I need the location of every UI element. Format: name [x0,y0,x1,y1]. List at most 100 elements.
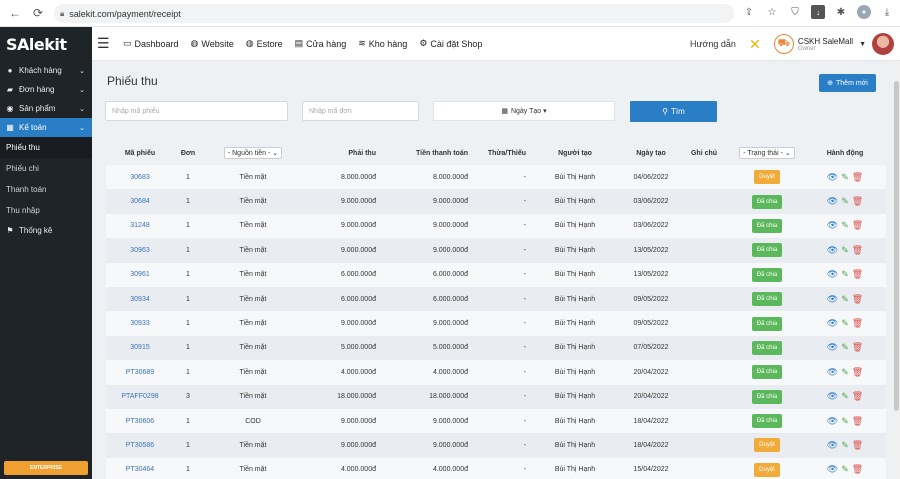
edit-icon[interactable]: ✎ [841,464,849,475]
sidebar-item-customers[interactable]: ● Khách hàng ⌄ [0,61,92,80]
status-badge[interactable]: Đã chia [751,414,783,429]
view-icon[interactable]: 👁︎ [827,342,838,353]
sidebar-item-accounting[interactable]: ▦ Kế toán ⌄ [0,118,92,137]
caret-down-icon[interactable]: ▼ [859,41,866,48]
receipt-code-link[interactable]: 30684 [106,198,174,205]
sidebar-item-statistics[interactable]: ⚑ Thống kê [0,221,92,240]
page-scrollbar[interactable] [893,61,900,479]
receipt-code-link[interactable]: PT30586 [106,442,174,449]
status-badge[interactable]: Đã chia [751,340,783,355]
view-icon[interactable]: 👁︎ [827,391,838,402]
sidebar-subitem-payment[interactable]: Thanh toán [0,179,92,200]
trash-icon[interactable]: 🗑︎ [852,245,863,256]
receipt-code-link[interactable]: PT30606 [106,418,174,425]
nav-shop-settings[interactable]: ⚙ Cài đặt Shop [419,38,482,49]
edit-icon[interactable]: ✎ [841,245,849,256]
view-icon[interactable]: 👁︎ [827,416,838,427]
view-icon[interactable]: 👁︎ [827,172,838,183]
date-filter-button[interactable]: ▦ Ngày Tạo ▾ [433,101,615,121]
view-icon[interactable]: 👁︎ [827,245,838,256]
view-icon[interactable]: 👁︎ [827,294,838,305]
status-badge[interactable]: Đã chia [751,267,783,282]
receipt-code-link[interactable]: 30963 [106,247,174,254]
trash-icon[interactable]: 🗑︎ [852,220,863,231]
source-filter-select[interactable]: - Nguồn tiền - ⌄ [223,147,283,159]
trash-icon[interactable]: 🗑︎ [852,196,863,207]
nav-estore[interactable]: ◍ Estore [246,38,283,49]
receipt-code-link[interactable]: 30683 [106,174,174,181]
view-icon[interactable]: 👁︎ [827,464,838,475]
enterprise-badge[interactable]: ENTERPRISE [4,461,88,475]
view-icon[interactable]: 👁︎ [827,440,838,451]
search-button[interactable]: ⚲ Tìm [630,101,717,122]
add-new-button[interactable]: ⊕ Thêm mới [819,74,876,92]
trash-icon[interactable]: 🗑︎ [852,318,863,329]
status-badge[interactable]: Duyệt [754,170,780,185]
view-icon[interactable]: 👁︎ [827,318,838,329]
status-badge[interactable]: Đã chia [751,243,783,258]
view-icon[interactable]: 👁︎ [827,367,838,378]
sidebar-subitem-income[interactable]: Thu nhập [0,200,92,221]
trash-icon[interactable]: 🗑︎ [852,440,863,451]
edit-icon[interactable]: ✎ [841,196,849,207]
reload-icon[interactable]: ⟳ [29,4,47,22]
tools-icon[interactable]: ✕ [746,35,764,53]
nav-warehouse[interactable]: ≋ Kho hàng [358,38,407,49]
user-menu[interactable]: CSKH SaleMall Owner [798,37,853,52]
trash-icon[interactable]: 🗑︎ [852,294,863,305]
status-badge[interactable]: Duyệt [754,438,780,453]
status-badge[interactable]: Đã chia [751,292,783,307]
status-badge[interactable]: Đã chia [751,365,783,380]
nav-store[interactable]: ▤ Cửa hàng [295,38,347,49]
trash-icon[interactable]: 🗑︎ [852,269,863,280]
receipt-code-link[interactable]: 30961 [106,271,174,278]
back-icon[interactable]: ← [6,4,24,22]
share-icon[interactable]: ⇪ [742,5,756,19]
edit-icon[interactable]: ✎ [841,318,849,329]
nav-dashboard[interactable]: ▭ Dashboard [123,38,179,49]
shield-icon[interactable]: ⛉ [788,5,802,19]
status-badge[interactable]: Đã chia [751,194,783,209]
star-icon[interactable]: ☆ [765,5,779,19]
download-ext-icon[interactable]: ↓ [811,5,825,19]
receipt-code-link[interactable]: 31248 [106,222,174,229]
logo[interactable]: SAlekit [0,27,92,61]
edit-icon[interactable]: ✎ [841,172,849,183]
receipt-code-link[interactable]: PTAFF0298 [106,393,174,400]
help-link[interactable]: Hướng dẫn [690,39,736,49]
trash-icon[interactable]: 🗑︎ [852,367,863,378]
address-bar[interactable]: 🔒︎ salekit.com/payment/receipt [54,4,734,23]
avatar[interactable] [872,33,894,55]
edit-icon[interactable]: ✎ [841,294,849,305]
edit-icon[interactable]: ✎ [841,220,849,231]
trash-icon[interactable]: 🗑︎ [852,391,863,402]
status-badge[interactable]: Đã chia [751,316,783,331]
receipt-code-link[interactable]: 30915 [106,344,174,351]
edit-icon[interactable]: ✎ [841,367,849,378]
edit-icon[interactable]: ✎ [841,391,849,402]
scrollbar-thumb[interactable] [894,81,899,411]
view-icon[interactable]: 👁︎ [827,220,838,231]
edit-icon[interactable]: ✎ [841,269,849,280]
view-icon[interactable]: 👁︎ [827,269,838,280]
receipt-code-link[interactable]: PT30689 [106,369,174,376]
trash-icon[interactable]: 🗑︎ [852,416,863,427]
trash-icon[interactable]: 🗑︎ [852,172,863,183]
trash-icon[interactable]: 🗑︎ [852,342,863,353]
profile-icon[interactable]: ● [857,5,871,19]
download-icon[interactable]: ⤓ [880,5,894,19]
receipt-code-link[interactable]: PT30464 [106,466,174,473]
order-code-input[interactable]: Nhập mã đơn [302,101,419,121]
sidebar-item-orders[interactable]: ▰ Đơn hàng ⌄ [0,80,92,99]
receipt-code-link[interactable]: 30933 [106,320,174,327]
status-filter-select[interactable]: - Trạng thái - ⌄ [739,147,795,159]
status-badge[interactable]: Duyệt [754,462,780,477]
view-icon[interactable]: 👁︎ [827,196,838,207]
sidebar-item-products[interactable]: ◉ Sản phẩm ⌄ [0,99,92,118]
edit-icon[interactable]: ✎ [841,342,849,353]
receipt-code-input[interactable]: Nhập mã phiếu [105,101,288,121]
receipt-code-link[interactable]: 30934 [106,296,174,303]
edit-icon[interactable]: ✎ [841,416,849,427]
nav-website[interactable]: ◍ Website [191,38,234,49]
edit-icon[interactable]: ✎ [841,440,849,451]
